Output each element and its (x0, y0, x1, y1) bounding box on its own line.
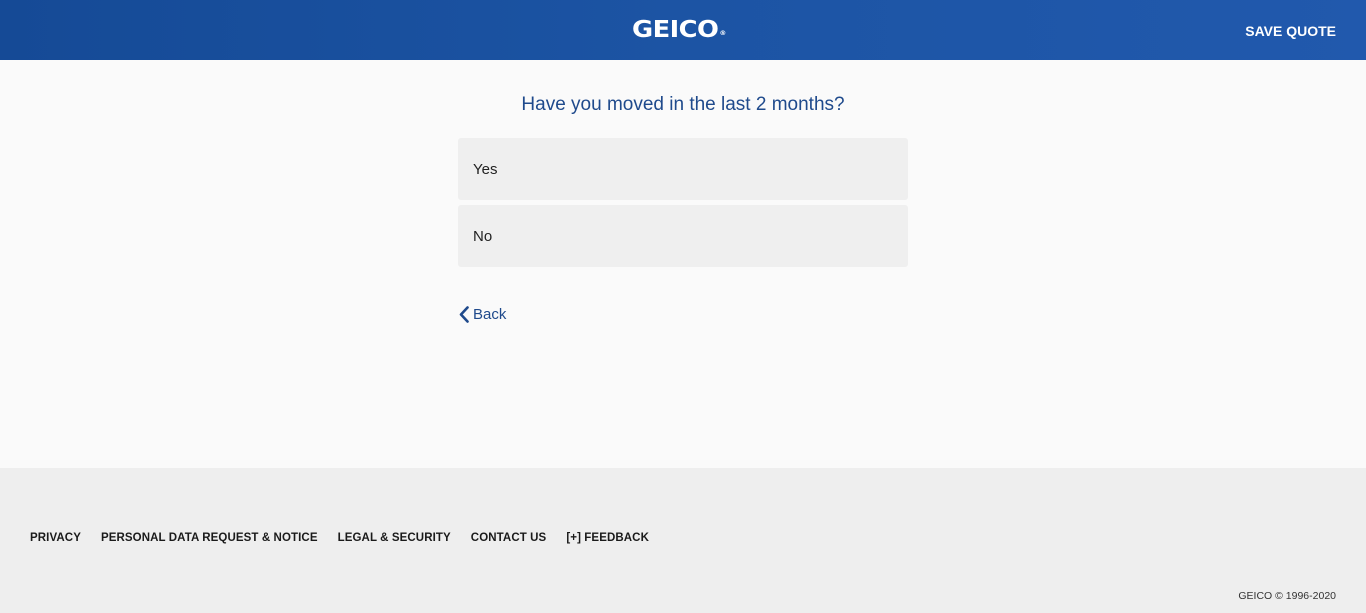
footer-link-feedback[interactable]: [+] FEEDBACK (566, 530, 649, 546)
geico-logo[interactable]: GEICO® (632, 17, 726, 43)
footer-link-personal-data[interactable]: PERSONAL DATA REQUEST & NOTICE (101, 530, 318, 546)
question-title: Have you moved in the last 2 months? (521, 94, 845, 115)
option-no-button[interactable]: No (458, 205, 908, 267)
top-header: GEICO® SAVE QUOTE (0, 0, 1366, 60)
option-label: Yes (473, 160, 498, 178)
copyright-text: GEICO © 1996-2020 (1238, 590, 1336, 602)
footer-link-contact-us[interactable]: CONTACT US (471, 530, 547, 546)
footer-links: PRIVACY PERSONAL DATA REQUEST & NOTICE L… (30, 530, 649, 546)
option-label: No (473, 227, 493, 245)
chevron-left-icon (459, 305, 469, 323)
logo-text: GEICO (632, 17, 719, 43)
footer-link-legal-security[interactable]: LEGAL & SECURITY (338, 530, 451, 546)
footer-link-privacy[interactable]: PRIVACY (30, 530, 81, 546)
option-yes-button[interactable]: Yes (458, 138, 908, 200)
registered-mark: ® (719, 30, 727, 37)
back-link[interactable]: Back (459, 304, 506, 324)
save-quote-button[interactable]: SAVE QUOTE (1245, 22, 1336, 40)
back-label: Back (473, 305, 507, 323)
page-footer: PRIVACY PERSONAL DATA REQUEST & NOTICE L… (0, 468, 1366, 613)
